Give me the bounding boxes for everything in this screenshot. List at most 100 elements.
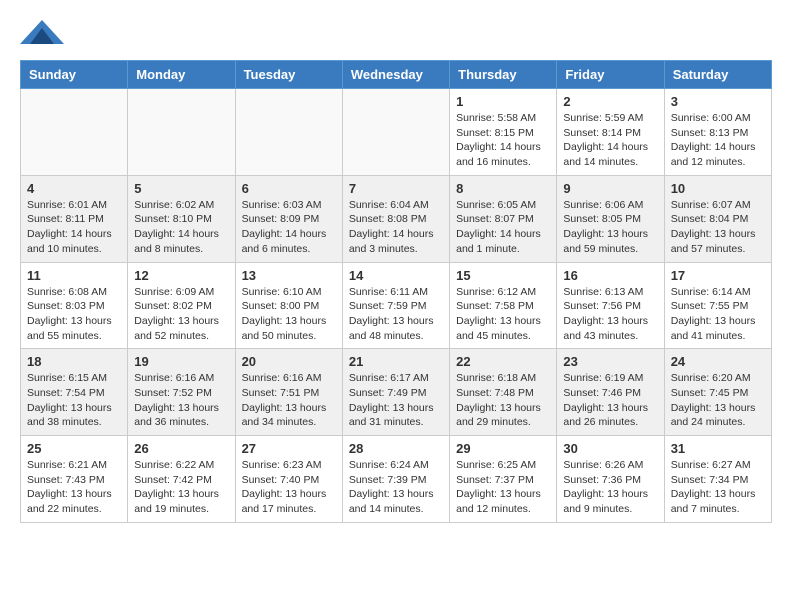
calendar-week-row: 25 Sunrise: 6:21 AM Sunset: 7:43 PM Dayli… xyxy=(21,436,772,523)
day-number: 27 xyxy=(242,441,336,456)
calendar-cell: 17 Sunrise: 6:14 AM Sunset: 7:55 PM Dayli… xyxy=(664,262,771,349)
day-number: 18 xyxy=(27,354,121,369)
calendar-cell: 9 Sunrise: 6:06 AM Sunset: 8:05 PM Daylig… xyxy=(557,175,664,262)
calendar-header-friday: Friday xyxy=(557,61,664,89)
calendar-cell xyxy=(21,89,128,176)
day-info: Sunrise: 6:06 AM Sunset: 8:05 PM Dayligh… xyxy=(563,198,657,257)
day-info: Sunrise: 6:22 AM Sunset: 7:42 PM Dayligh… xyxy=(134,458,228,517)
calendar-cell: 25 Sunrise: 6:21 AM Sunset: 7:43 PM Dayli… xyxy=(21,436,128,523)
day-info: Sunrise: 6:05 AM Sunset: 8:07 PM Dayligh… xyxy=(456,198,550,257)
calendar-cell: 3 Sunrise: 6:00 AM Sunset: 8:13 PM Daylig… xyxy=(664,89,771,176)
calendar-cell: 19Sunrise: 6:16 AM Sunset: 7:52 PM Dayli… xyxy=(128,349,235,436)
calendar-header-sunday: Sunday xyxy=(21,61,128,89)
day-number: 12 xyxy=(134,268,228,283)
day-number: 30 xyxy=(563,441,657,456)
calendar-cell: 12 Sunrise: 6:09 AM Sunset: 8:02 PM Dayli… xyxy=(128,262,235,349)
calendar-cell xyxy=(235,89,342,176)
day-info: Sunrise: 6:00 AM Sunset: 8:13 PM Dayligh… xyxy=(671,111,765,170)
calendar-week-row: 18Sunrise: 6:15 AM Sunset: 7:54 PM Dayli… xyxy=(21,349,772,436)
day-number: 31 xyxy=(671,441,765,456)
day-info: Sunrise: 5:58 AM Sunset: 8:15 PM Dayligh… xyxy=(456,111,550,170)
calendar-cell: 8 Sunrise: 6:05 AM Sunset: 8:07 PM Daylig… xyxy=(450,175,557,262)
calendar-cell: 22 Sunrise: 6:18 AM Sunset: 7:48 PM Dayli… xyxy=(450,349,557,436)
calendar-table: SundayMondayTuesdayWednesdayThursdayFrid… xyxy=(20,60,772,523)
day-number: 5 xyxy=(134,181,228,196)
day-info: Sunrise: 6:25 AM Sunset: 7:37 PM Dayligh… xyxy=(456,458,550,517)
day-number: 7 xyxy=(349,181,443,196)
day-info: Sunrise: 6:17 AM Sunset: 7:49 PM Dayligh… xyxy=(349,371,443,430)
calendar-cell xyxy=(342,89,449,176)
day-info: Sunrise: 6:23 AM Sunset: 7:40 PM Dayligh… xyxy=(242,458,336,517)
calendar-cell: 2Sunrise: 5:59 AM Sunset: 8:14 PM Daylig… xyxy=(557,89,664,176)
calendar-cell: 14Sunrise: 6:11 AM Sunset: 7:59 PM Dayli… xyxy=(342,262,449,349)
calendar-cell: 16Sunrise: 6:13 AM Sunset: 7:56 PM Dayli… xyxy=(557,262,664,349)
day-number: 19 xyxy=(134,354,228,369)
calendar-cell: 31Sunrise: 6:27 AM Sunset: 7:34 PM Dayli… xyxy=(664,436,771,523)
calendar-cell: 29 Sunrise: 6:25 AM Sunset: 7:37 PM Dayli… xyxy=(450,436,557,523)
calendar-cell: 15 Sunrise: 6:12 AM Sunset: 7:58 PM Dayli… xyxy=(450,262,557,349)
day-number: 22 xyxy=(456,354,550,369)
calendar-cell: 7 Sunrise: 6:04 AM Sunset: 8:08 PM Daylig… xyxy=(342,175,449,262)
calendar-cell: 11 Sunrise: 6:08 AM Sunset: 8:03 PM Dayli… xyxy=(21,262,128,349)
logo-icon xyxy=(20,16,64,52)
day-info: Sunrise: 6:19 AM Sunset: 7:46 PM Dayligh… xyxy=(563,371,657,430)
logo xyxy=(20,16,68,52)
day-info: Sunrise: 6:03 AM Sunset: 8:09 PM Dayligh… xyxy=(242,198,336,257)
day-info: Sunrise: 6:24 AM Sunset: 7:39 PM Dayligh… xyxy=(349,458,443,517)
day-number: 20 xyxy=(242,354,336,369)
day-number: 9 xyxy=(563,181,657,196)
day-info: Sunrise: 6:02 AM Sunset: 8:10 PM Dayligh… xyxy=(134,198,228,257)
day-number: 3 xyxy=(671,94,765,109)
calendar-header-thursday: Thursday xyxy=(450,61,557,89)
day-number: 29 xyxy=(456,441,550,456)
day-info: Sunrise: 6:21 AM Sunset: 7:43 PM Dayligh… xyxy=(27,458,121,517)
calendar-cell: 4 Sunrise: 6:01 AM Sunset: 8:11 PM Daylig… xyxy=(21,175,128,262)
calendar-cell: 18Sunrise: 6:15 AM Sunset: 7:54 PM Dayli… xyxy=(21,349,128,436)
day-info: Sunrise: 6:04 AM Sunset: 8:08 PM Dayligh… xyxy=(349,198,443,257)
calendar-header-row: SundayMondayTuesdayWednesdayThursdayFrid… xyxy=(21,61,772,89)
day-number: 16 xyxy=(563,268,657,283)
calendar-cell: 5 Sunrise: 6:02 AM Sunset: 8:10 PM Daylig… xyxy=(128,175,235,262)
day-number: 8 xyxy=(456,181,550,196)
day-info: Sunrise: 6:11 AM Sunset: 7:59 PM Dayligh… xyxy=(349,285,443,344)
day-info: Sunrise: 6:16 AM Sunset: 7:51 PM Dayligh… xyxy=(242,371,336,430)
day-info: Sunrise: 6:08 AM Sunset: 8:03 PM Dayligh… xyxy=(27,285,121,344)
day-number: 11 xyxy=(27,268,121,283)
day-info: Sunrise: 6:09 AM Sunset: 8:02 PM Dayligh… xyxy=(134,285,228,344)
calendar-cell: 30 Sunrise: 6:26 AM Sunset: 7:36 PM Dayli… xyxy=(557,436,664,523)
calendar-cell: 27 Sunrise: 6:23 AM Sunset: 7:40 PM Dayli… xyxy=(235,436,342,523)
calendar-cell: 13Sunrise: 6:10 AM Sunset: 8:00 PM Dayli… xyxy=(235,262,342,349)
header xyxy=(20,16,772,52)
day-number: 26 xyxy=(134,441,228,456)
calendar-week-row: 4 Sunrise: 6:01 AM Sunset: 8:11 PM Daylig… xyxy=(21,175,772,262)
day-number: 1 xyxy=(456,94,550,109)
day-number: 25 xyxy=(27,441,121,456)
day-number: 28 xyxy=(349,441,443,456)
day-info: Sunrise: 6:12 AM Sunset: 7:58 PM Dayligh… xyxy=(456,285,550,344)
calendar-cell: 28 Sunrise: 6:24 AM Sunset: 7:39 PM Dayli… xyxy=(342,436,449,523)
day-number: 2 xyxy=(563,94,657,109)
calendar-cell xyxy=(128,89,235,176)
day-number: 15 xyxy=(456,268,550,283)
day-info: Sunrise: 6:26 AM Sunset: 7:36 PM Dayligh… xyxy=(563,458,657,517)
calendar-cell: 21 Sunrise: 6:17 AM Sunset: 7:49 PM Dayli… xyxy=(342,349,449,436)
calendar-cell: 6Sunrise: 6:03 AM Sunset: 8:09 PM Daylig… xyxy=(235,175,342,262)
day-number: 17 xyxy=(671,268,765,283)
calendar-cell: 10Sunrise: 6:07 AM Sunset: 8:04 PM Dayli… xyxy=(664,175,771,262)
calendar-cell: 20 Sunrise: 6:16 AM Sunset: 7:51 PM Dayli… xyxy=(235,349,342,436)
day-info: Sunrise: 6:14 AM Sunset: 7:55 PM Dayligh… xyxy=(671,285,765,344)
calendar-cell: 24Sunrise: 6:20 AM Sunset: 7:45 PM Dayli… xyxy=(664,349,771,436)
day-number: 4 xyxy=(27,181,121,196)
calendar-week-row: 1 Sunrise: 5:58 AM Sunset: 8:15 PM Daylig… xyxy=(21,89,772,176)
calendar-header-tuesday: Tuesday xyxy=(235,61,342,89)
day-info: Sunrise: 6:18 AM Sunset: 7:48 PM Dayligh… xyxy=(456,371,550,430)
calendar-header-saturday: Saturday xyxy=(664,61,771,89)
day-info: Sunrise: 6:20 AM Sunset: 7:45 PM Dayligh… xyxy=(671,371,765,430)
calendar-cell: 1 Sunrise: 5:58 AM Sunset: 8:15 PM Daylig… xyxy=(450,89,557,176)
day-number: 21 xyxy=(349,354,443,369)
calendar-cell: 23Sunrise: 6:19 AM Sunset: 7:46 PM Dayli… xyxy=(557,349,664,436)
day-info: Sunrise: 6:01 AM Sunset: 8:11 PM Dayligh… xyxy=(27,198,121,257)
day-info: Sunrise: 6:07 AM Sunset: 8:04 PM Dayligh… xyxy=(671,198,765,257)
calendar-header-monday: Monday xyxy=(128,61,235,89)
calendar-header-wednesday: Wednesday xyxy=(342,61,449,89)
